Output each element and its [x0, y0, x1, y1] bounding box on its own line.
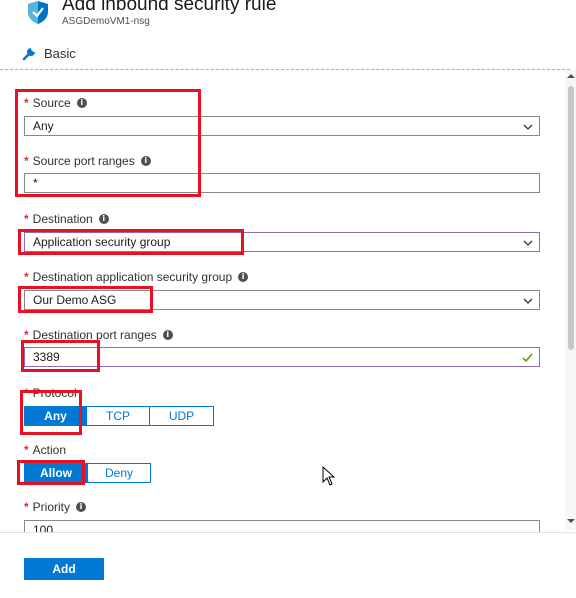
- basic-mode-link[interactable]: Basic: [22, 44, 76, 62]
- scroll-down-arrow-icon[interactable]: [567, 517, 575, 525]
- info-icon[interactable]: i: [162, 330, 173, 340]
- mouse-cursor-icon: [322, 466, 336, 486]
- info-icon[interactable]: i: [238, 272, 249, 282]
- required-marker: *: [24, 212, 29, 226]
- footer-divider: [0, 532, 576, 533]
- highlight-box-destination-asg: [18, 286, 153, 313]
- highlight-box-destination: [18, 229, 244, 255]
- page-subtitle: ASGDemoVM1-nsg: [62, 16, 150, 27]
- destination-label: * Destination i: [24, 212, 109, 226]
- chevron-down-icon: [523, 124, 533, 130]
- highlight-box-source: [15, 89, 201, 197]
- page-title: Add inbound security rule: [62, 0, 277, 15]
- shield-icon: [28, 1, 48, 24]
- highlight-box-protocol: [20, 390, 82, 435]
- highlight-box-destination-port: [21, 340, 100, 372]
- checkmark-icon: [522, 353, 533, 363]
- highlight-box-action: [17, 460, 85, 485]
- info-icon[interactable]: i: [76, 502, 87, 512]
- destination-asg-label: * Destination application security group…: [24, 270, 249, 284]
- destination-port-ranges-input[interactable]: 3389: [24, 347, 540, 367]
- action-option-deny[interactable]: Deny: [88, 464, 150, 482]
- basic-label: Basic: [44, 45, 76, 61]
- section-divider: [0, 69, 570, 70]
- scroll-up-arrow-icon[interactable]: [567, 72, 575, 80]
- scrollbar-thumb[interactable]: [568, 86, 574, 350]
- action-label: * Action: [24, 443, 67, 457]
- protocol-option-udp[interactable]: UDP: [150, 407, 213, 425]
- chevron-down-icon: [523, 298, 533, 304]
- add-button[interactable]: Add: [24, 558, 104, 580]
- wrench-icon: [22, 48, 35, 61]
- required-marker: *: [24, 443, 29, 457]
- info-icon[interactable]: i: [98, 214, 109, 224]
- protocol-option-tcp[interactable]: TCP: [87, 407, 150, 425]
- priority-label: * Priority i: [24, 500, 87, 514]
- required-marker: *: [24, 500, 29, 514]
- chevron-down-icon: [523, 240, 533, 246]
- required-marker: *: [24, 270, 29, 284]
